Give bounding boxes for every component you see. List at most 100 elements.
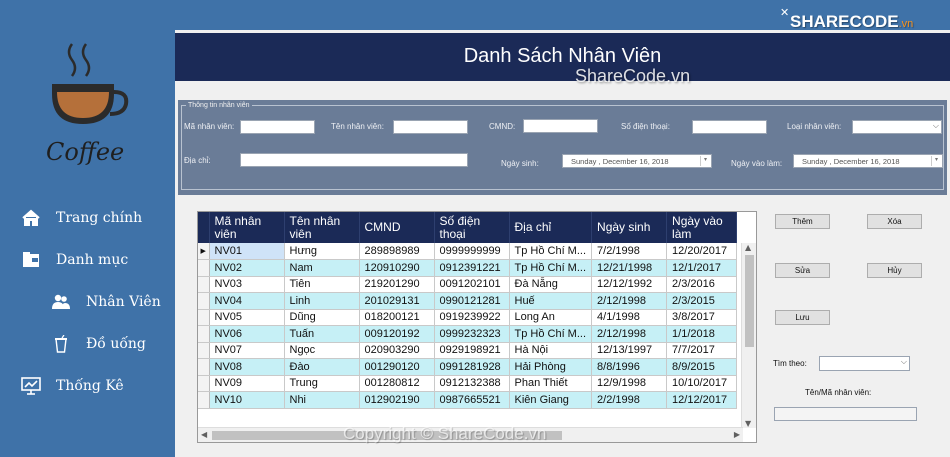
sidebar-item-do-uong[interactable]: Đồ uống — [50, 334, 146, 354]
table-cell[interactable]: 12/20/2017 — [666, 243, 738, 260]
table-row[interactable]: NV05 Dũng 018200121 0919239922 Long An 4/1/19… — [198, 309, 738, 326]
table-cell[interactable]: NV07 — [209, 342, 285, 359]
table-cell[interactable]: 2/3/2015 — [666, 292, 738, 310]
table-cell[interactable]: Tp Hồ Chí M... — [509, 325, 593, 343]
col-header[interactable]: Địa chỉ — [509, 212, 593, 243]
col-header[interactable]: Ngày sinh — [591, 212, 668, 243]
table-cell[interactable]: 2/2/1998 — [591, 391, 668, 409]
table-cell[interactable]: Trung — [284, 375, 360, 392]
table-cell[interactable]: 12/12/2017 — [666, 391, 738, 409]
table-cell[interactable]: Tp Hồ Chí M... — [509, 259, 593, 277]
table-cell[interactable]: 001280812 — [359, 375, 435, 392]
table-cell[interactable]: 018200121 — [359, 309, 435, 326]
table-cell[interactable]: Tp Hồ Chí M... — [509, 243, 593, 260]
table-cell[interactable]: Phan Thiết — [509, 375, 593, 392]
table-row[interactable]: NV02 Nam 120910290 0912391221 Tp Hồ Chí M...… — [198, 259, 738, 277]
ten-nv-input[interactable] — [393, 120, 468, 134]
table-cell[interactable]: NV05 — [209, 309, 285, 326]
table-row[interactable]: NV07 Ngọc 020903290 0929198921 Hà Nội 12/13/1… — [198, 342, 738, 359]
row-header[interactable] — [198, 375, 210, 392]
row-header[interactable] — [198, 259, 210, 277]
table-cell[interactable]: 10/10/2017 — [666, 375, 738, 392]
delete-button[interactable]: Xóa — [867, 214, 922, 229]
sdt-input[interactable] — [692, 120, 767, 134]
table-cell[interactable]: Nam — [284, 259, 360, 277]
table-cell[interactable]: 012902190 — [359, 391, 435, 409]
row-header[interactable] — [198, 276, 210, 293]
table-cell[interactable]: 12/12/1992 — [591, 276, 668, 293]
row-header[interactable] — [198, 391, 210, 409]
sidebar-item-danh-muc[interactable]: Danh mục — [20, 250, 128, 270]
save-button[interactable]: Lưu — [775, 310, 830, 325]
cmnd-input[interactable] — [523, 119, 598, 133]
table-row[interactable]: ▶ NV01 Hưng 289898989 0999999999 Tp Hồ Chí M.… — [198, 243, 738, 260]
employee-table[interactable]: Mã nhân viên Tên nhân viên CMND Số điện … — [197, 211, 757, 443]
table-cell[interactable]: 120910290 — [359, 259, 435, 277]
table-cell[interactable]: NV10 — [209, 391, 285, 409]
table-cell[interactable]: Đào — [284, 358, 360, 376]
table-cell[interactable]: 4/1/1998 — [591, 309, 668, 326]
table-cell[interactable]: Dũng — [284, 309, 360, 326]
table-row[interactable]: NV10 Nhi 012902190 0987665521 Kiên Giang 2/2/… — [198, 391, 738, 409]
table-cell[interactable]: 8/9/2015 — [666, 358, 738, 376]
scroll-right-icon[interactable]: ▶ — [734, 430, 740, 439]
table-cell[interactable]: 1/1/2018 — [666, 325, 738, 343]
table-cell[interactable]: NV03 — [209, 276, 285, 293]
table-cell[interactable]: 0991281928 — [434, 358, 510, 376]
table-cell[interactable]: NV09 — [209, 375, 285, 392]
table-cell[interactable]: 0999232323 — [434, 325, 510, 343]
table-cell[interactable]: 12/21/1998 — [591, 259, 668, 277]
table-cell[interactable]: Nhi — [284, 391, 360, 409]
table-cell[interactable]: Long An — [509, 309, 593, 326]
table-cell[interactable]: 2/12/1998 — [591, 325, 668, 343]
row-header[interactable] — [198, 325, 210, 343]
sidebar-item-thong-ke[interactable]: Thống Kê — [20, 376, 124, 396]
ngay-sinh-datepicker[interactable]: Sunday , December 16, 2018 ▾ — [562, 154, 712, 168]
sidebar-item-nhan-vien[interactable]: Nhân Viên — [50, 292, 161, 312]
row-header[interactable] — [198, 342, 210, 359]
table-cell[interactable]: NV01 — [209, 243, 285, 260]
table-cell[interactable]: 0987665521 — [434, 391, 510, 409]
col-header[interactable]: CMND — [359, 212, 435, 243]
table-cell[interactable]: NV02 — [209, 259, 285, 277]
table-cell[interactable]: Huế — [509, 292, 593, 310]
table-cell[interactable]: 289898989 — [359, 243, 435, 260]
ma-nv-input[interactable] — [240, 120, 315, 134]
table-cell[interactable]: 12/1/2017 — [666, 259, 738, 277]
loai-nv-select[interactable]: ⌵ — [852, 120, 942, 134]
add-button[interactable]: Thêm — [775, 214, 830, 229]
table-row[interactable]: NV08 Đào 001290120 0991281928 Hải Phòng 8/8/1… — [198, 358, 738, 376]
table-cell[interactable]: 12/9/1998 — [591, 375, 668, 392]
search-by-select[interactable]: ⌵ — [819, 356, 910, 371]
table-cell[interactable]: Linh — [284, 292, 360, 310]
scroll-thumb[interactable] — [745, 255, 754, 347]
table-cell[interactable]: 020903290 — [359, 342, 435, 359]
table-cell[interactable]: 0919239922 — [434, 309, 510, 326]
table-cell[interactable]: 7/2/1998 — [591, 243, 668, 260]
table-cell[interactable]: Tiên — [284, 276, 360, 293]
table-cell[interactable]: NV06 — [209, 325, 285, 343]
row-header[interactable] — [198, 292, 210, 310]
col-header[interactable]: Ngày vào làm — [666, 212, 738, 243]
col-header[interactable]: Số điện thoại — [434, 212, 510, 243]
table-cell[interactable]: 7/7/2017 — [666, 342, 738, 359]
row-header[interactable] — [198, 358, 210, 376]
table-cell[interactable]: 3/8/2017 — [666, 309, 738, 326]
current-row-indicator-icon[interactable]: ▶ — [198, 243, 210, 260]
table-cell[interactable]: 2/12/1998 — [591, 292, 668, 310]
table-cell[interactable]: 0929198921 — [434, 342, 510, 359]
cancel-button[interactable]: Hủy — [867, 263, 922, 278]
table-cell[interactable]: 001290120 — [359, 358, 435, 376]
table-cell[interactable]: Kiên Giang — [509, 391, 593, 409]
table-cell[interactable]: 009120192 — [359, 325, 435, 343]
table-cell[interactable]: Hải Phòng — [509, 358, 593, 376]
vertical-scrollbar[interactable]: ▲ ▼ — [741, 243, 756, 428]
dia-chi-input[interactable] — [240, 153, 468, 167]
table-cell[interactable]: NV04 — [209, 292, 285, 310]
ngay-vao-lam-datepicker[interactable]: Sunday , December 16, 2018 ▾ — [793, 154, 943, 168]
table-cell[interactable]: 0990121281 — [434, 292, 510, 310]
table-cell[interactable]: Tuấn — [284, 325, 360, 343]
table-cell[interactable]: Ngọc — [284, 342, 360, 359]
scroll-up-icon[interactable]: ▲ — [745, 243, 751, 252]
table-cell[interactable]: Hưng — [284, 243, 360, 260]
